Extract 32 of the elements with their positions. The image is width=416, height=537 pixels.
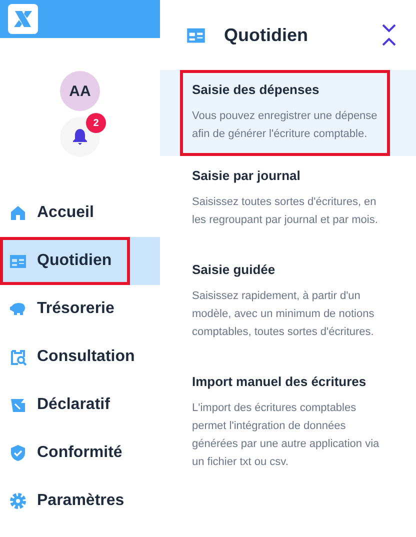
menu-item[interactable]: Saisie des dépenses Vous pouvez enregistrer une dépense afin de générer l'écriture comptable. [180, 70, 390, 156]
shield-check-icon [9, 444, 27, 462]
home-icon [9, 204, 27, 222]
nav-item[interactable]: Trésorerie [0, 285, 130, 333]
settings-icon [9, 492, 27, 510]
menu-item-description: Saisissez rapidement, à partir d'un modèle, avec un minimum de notions comptables, toutes sortes d'écritures. [192, 289, 376, 340]
collapse-button[interactable] [382, 24, 396, 46]
bell-icon [72, 128, 88, 146]
calendar-icon [9, 252, 27, 270]
avatar[interactable]: AA [60, 71, 100, 111]
nav-item[interactable]: Conformité [0, 429, 130, 477]
menu-item[interactable]: Saisie guidée Saisissez rapidement, à partir d'un modèle, avec un minimum de notions comptables, toutes sortes d'écritures. [180, 250, 390, 354]
notifications-button[interactable] [60, 117, 100, 157]
nav-item[interactable]: Accueil [0, 189, 130, 237]
menu-item-description: Saisissez toutes sortes d'écritures, en les regroupant par journal et par mois. [192, 195, 378, 228]
logo-icon[interactable] [8, 4, 38, 34]
menu-item-title: Saisie par journal [192, 168, 302, 183]
nav-item[interactable]: Quotidien [0, 237, 130, 285]
menu-item[interactable]: Import manuel des écritures L'import des écritures comptables permet l'intégration de données générées par une autre application via un fichier txt ou csv. [180, 362, 390, 484]
menu-item-description: L'import des écritures comptables permet l'intégration de données générées par une autre application via un fichier txt ou csv. [192, 401, 378, 470]
piggy-bank-icon [9, 300, 27, 318]
nav-item[interactable]: Paramètres [0, 477, 130, 525]
menu-item-title: Saisie des dépenses [192, 82, 320, 97]
menu-item[interactable]: Saisie par journal Saisissez toutes sortes d'écritures, en les regroupant par journal et par mois. [180, 156, 390, 242]
clipboard-search-icon [9, 348, 27, 366]
menu-item-title: Import manuel des écritures [192, 374, 368, 389]
document-icon [9, 396, 27, 414]
panel-title: Quotidien [224, 24, 308, 46]
menu-item-description: Vous pouvez enregistrer une dépense afin de générer l'écriture comptable. [192, 109, 378, 142]
notification-count: 2 [86, 113, 106, 133]
menu-item-title: Saisie guidée [192, 262, 276, 277]
nav-item[interactable]: Déclaratif [0, 381, 130, 429]
